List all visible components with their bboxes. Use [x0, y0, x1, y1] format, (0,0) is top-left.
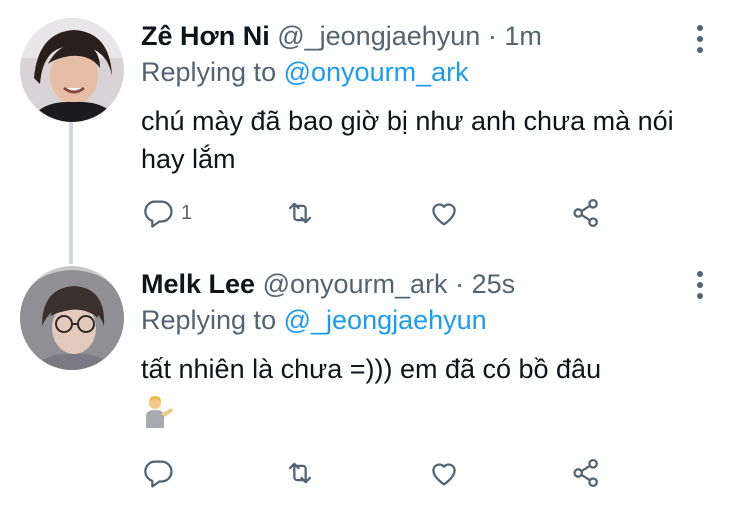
tweet-actions	[141, 456, 621, 496]
share-icon	[573, 198, 598, 228]
display-name[interactable]: Zê Hơn Ni	[141, 21, 270, 51]
avatar-image	[20, 18, 124, 122]
share-icon	[573, 458, 598, 488]
avatar[interactable]	[20, 266, 124, 370]
heart-icon	[432, 203, 456, 226]
tweet-text: chú mày đã bao giờ bị như anh chưa mà nó…	[141, 106, 674, 174]
more-vertical-icon[interactable]	[695, 25, 705, 58]
like-button[interactable]	[427, 456, 461, 490]
reply-button[interactable]: 1	[141, 196, 192, 230]
tweet-actions: 1	[141, 196, 621, 236]
reply-icon	[144, 200, 173, 228]
replying-to-mention[interactable]: @onyourm_ark	[284, 57, 469, 87]
display-name[interactable]: Melk Lee	[141, 269, 255, 299]
like-button[interactable]	[427, 196, 461, 230]
reply-count: 1	[181, 201, 193, 224]
tweet[interactable]: Zê Hơn Ni @_jeongjaehyun · 1m Replying t…	[0, 0, 750, 252]
replying-to: Replying to @_jeongjaehyun	[141, 304, 487, 336]
avatar[interactable]	[20, 18, 124, 122]
tweet[interactable]: Melk Lee @onyourm_ark · 25s Replying to …	[0, 252, 750, 507]
timestamp[interactable]: 1m	[504, 21, 542, 51]
person-tipping-hand-emoji-icon	[146, 396, 173, 428]
retweet-button[interactable]	[283, 196, 317, 230]
retweet-button[interactable]	[283, 456, 317, 490]
separator-dot: ·	[455, 269, 465, 299]
replying-to-label: Replying to	[141, 57, 277, 87]
reply-icon	[144, 460, 173, 488]
retweet-icon	[288, 462, 312, 484]
timestamp[interactable]: 25s	[472, 269, 516, 299]
replying-to-mention[interactable]: @_jeongjaehyun	[284, 305, 487, 335]
retweet-icon	[288, 202, 312, 224]
reply-button[interactable]	[141, 456, 181, 490]
more-vertical-icon[interactable]	[695, 271, 705, 304]
share-button[interactable]	[569, 196, 603, 230]
share-button[interactable]	[569, 456, 603, 490]
user-handle[interactable]: @onyourm_ark	[263, 269, 448, 299]
replying-to: Replying to @onyourm_ark	[141, 56, 469, 88]
heart-icon	[432, 463, 456, 486]
replying-to-label: Replying to	[141, 305, 277, 335]
separator-dot: ·	[487, 21, 497, 51]
tweet-text: tất nhiên là chưa =))) em đã có bồ đâu	[141, 354, 602, 384]
avatar-image	[20, 266, 124, 370]
user-handle[interactable]: @_jeongjaehyun	[277, 21, 480, 51]
tweet-header: Zê Hơn Ni @_jeongjaehyun · 1m	[141, 20, 542, 52]
tweet-header: Melk Lee @onyourm_ark · 25s	[141, 268, 515, 300]
